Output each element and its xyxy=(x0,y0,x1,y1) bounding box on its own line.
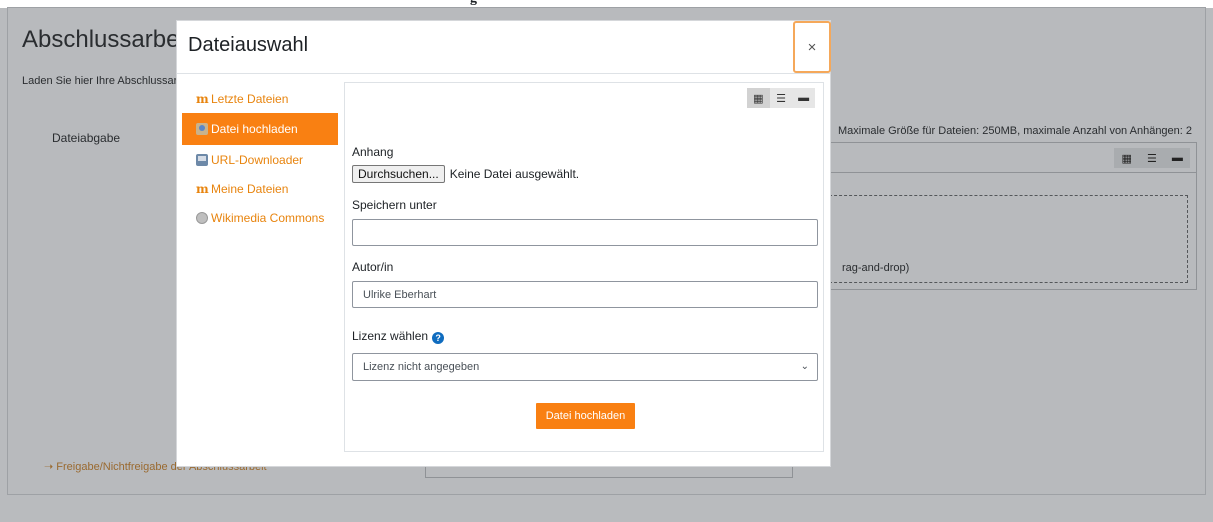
moodle-icon: m xyxy=(196,181,209,196)
author-label: Autor/in xyxy=(352,260,394,274)
view-mode-buttons: ▦ ☰ ▬ xyxy=(747,88,816,108)
nav-item-label: Meine Dateien xyxy=(211,181,289,196)
close-button[interactable]: × xyxy=(793,21,831,73)
license-select[interactable]: Lizenz nicht angegeben ⌄ xyxy=(352,353,818,381)
filemanager-view-buttons: ▦ ☰ ▬ xyxy=(1114,148,1190,168)
moodle-icon: m xyxy=(196,91,209,106)
license-label: Lizenz wählen xyxy=(352,329,429,343)
folder-view-icon[interactable]: ▬ xyxy=(1164,148,1190,168)
submission-label: Dateiabgabe xyxy=(52,131,121,145)
max-size-info: Maximale Größe für Dateien: 250MB, maxim… xyxy=(838,125,1193,137)
dropzone[interactable]: rag-and-drop) xyxy=(819,195,1188,283)
chevron-down-icon: ⌄ xyxy=(800,361,809,372)
author-input[interactable] xyxy=(352,281,818,308)
nav-item-recent-files[interactable]: m Letzte Dateien xyxy=(182,84,338,113)
top-heading-fragment: g xyxy=(470,0,477,7)
list-view-icon[interactable]: ☰ xyxy=(1139,148,1165,168)
nav-item-wikimedia[interactable]: Wikimedia Commons xyxy=(182,203,338,232)
dropzone-text: rag-and-drop) xyxy=(842,262,910,274)
repository-nav: m Letzte Dateien Datei hochladen URL-Dow… xyxy=(182,84,338,232)
license-select-value: Lizenz nicht angegeben xyxy=(363,361,480,373)
url-downloader-icon xyxy=(196,153,208,166)
close-icon: × xyxy=(807,38,817,56)
nav-item-label: Datei hochladen xyxy=(211,122,298,136)
filemanager-box: ▦ ☰ ▬ rag-and-drop) xyxy=(808,142,1197,290)
modal-title: Dateiauswahl xyxy=(188,34,309,56)
license-label-row: Lizenz wählen? xyxy=(352,329,445,344)
no-file-text: Keine Datei ausgewählt. xyxy=(449,167,580,181)
file-input-row: Durchsuchen... Keine Datei ausgewählt. xyxy=(352,165,579,183)
folder-view-icon[interactable]: ▬ xyxy=(792,88,816,108)
nav-item-my-files[interactable]: m Meine Dateien xyxy=(182,174,338,203)
list-view-icon[interactable]: ☰ xyxy=(769,88,793,108)
upload-panel: ▦ ☰ ▬ Anhang Durchsuchen... Keine Datei … xyxy=(344,82,824,452)
save-as-label: Speichern unter xyxy=(352,198,437,212)
grid-view-icon[interactable]: ▦ xyxy=(1114,148,1140,168)
nav-item-upload-file[interactable]: Datei hochladen xyxy=(182,113,338,145)
modal-header: Dateiauswahl × xyxy=(177,21,831,74)
upload-icon xyxy=(196,123,208,135)
nav-item-label: Letzte Dateien xyxy=(211,91,289,106)
file-picker-dialog: Dateiauswahl × m Letzte Dateien Datei ho… xyxy=(176,20,831,467)
grid-view-icon[interactable]: ▦ xyxy=(747,88,770,108)
page-title: Abschlussarbeit xyxy=(22,26,192,53)
attachment-label: Anhang xyxy=(352,145,394,159)
wikimedia-icon xyxy=(196,211,208,224)
browse-button[interactable]: Durchsuchen... xyxy=(352,165,445,183)
nav-item-url-downloader[interactable]: URL-Downloader xyxy=(182,145,338,174)
nav-item-label: URL-Downloader xyxy=(211,152,304,167)
filemanager-toolbar: ▦ ☰ ▬ xyxy=(809,143,1196,173)
save-as-input[interactable] xyxy=(352,219,818,246)
nav-item-label: Wikimedia Commons xyxy=(211,210,325,225)
help-icon[interactable]: ? xyxy=(432,332,445,344)
page-intro-text: Laden Sie hier Ihre Abschlussar xyxy=(22,75,178,87)
upload-file-button[interactable]: Datei hochladen xyxy=(536,403,635,429)
